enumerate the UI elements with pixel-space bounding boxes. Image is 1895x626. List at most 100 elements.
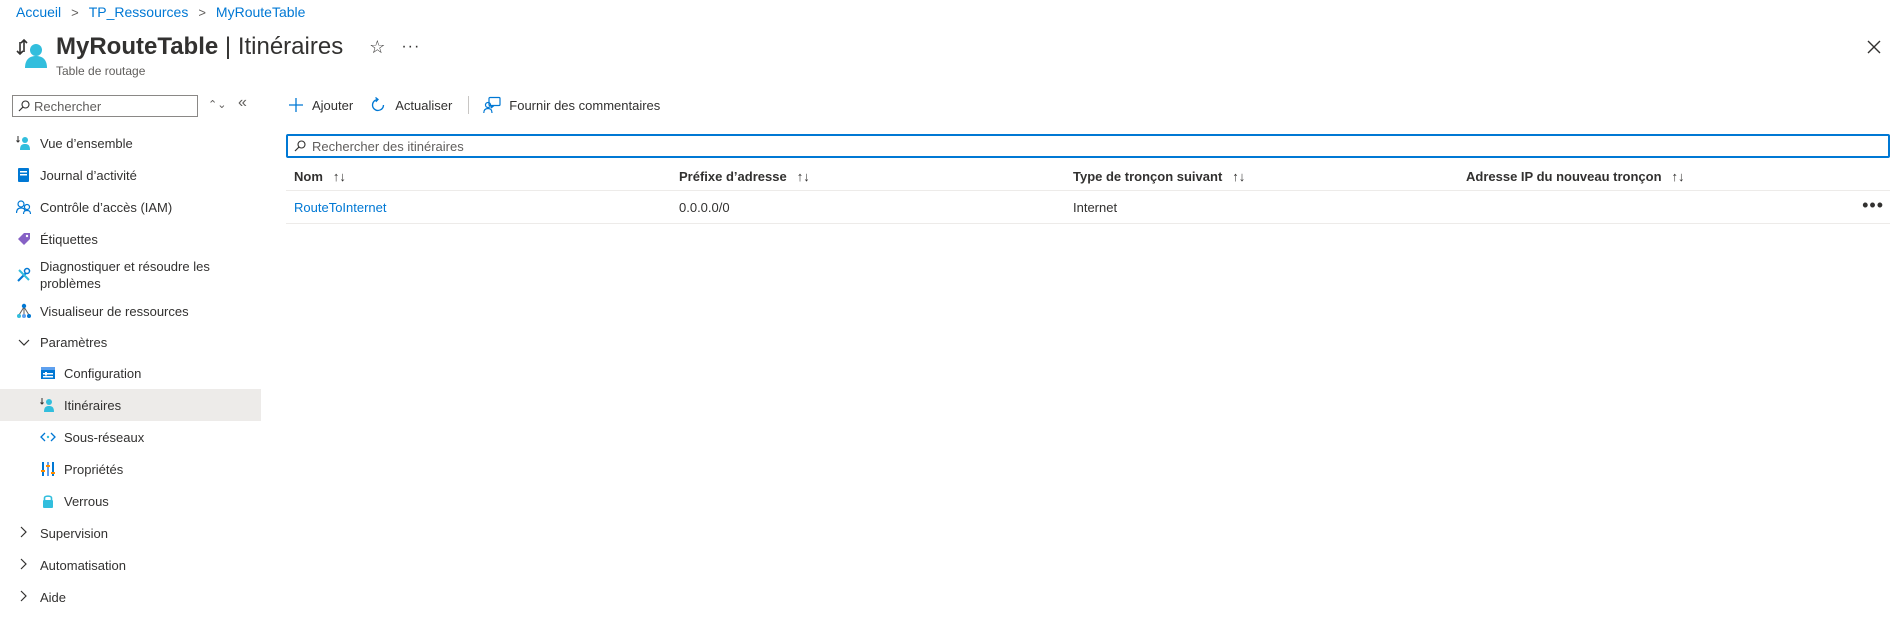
route-name-link[interactable]: RouteToInternet — [294, 200, 387, 215]
sidebar-item-label: Propriétés — [64, 461, 124, 477]
sidebar-item-resource-visualizer[interactable]: Visualiseur de ressources — [0, 295, 261, 327]
sidebar-item-activity-log[interactable]: Journal d’activité — [0, 159, 261, 191]
iam-icon — [16, 199, 32, 215]
breadcrumb-separator: > — [71, 4, 79, 20]
chevron-right-icon — [16, 526, 32, 541]
column-header-name[interactable]: Nom ↑↓ — [286, 169, 679, 184]
sidebar-item-label: Diagnostiquer et résoudre les problèmes — [40, 258, 210, 292]
sidebar-item-label: Journal d’activité — [40, 167, 137, 183]
sidebar-group-label: Supervision — [40, 525, 108, 541]
route-prefix-cell: 0.0.0.0/0 — [679, 199, 730, 215]
routes-search-input[interactable] — [306, 137, 1814, 155]
overview-icon — [16, 135, 32, 151]
breadcrumb: Accueil > TP_Ressources > MyRouteTable — [16, 4, 305, 20]
refresh-icon — [369, 96, 387, 114]
table-row: RouteToInternet 0.0.0.0/0 Internet ••• — [286, 191, 1890, 224]
feedback-button[interactable]: Fournir des commentaires — [483, 96, 660, 114]
close-icon[interactable] — [1863, 36, 1885, 58]
sidebar-group-settings[interactable]: Paramètres — [0, 327, 261, 357]
breadcrumb-resource[interactable]: MyRouteTable — [216, 4, 306, 20]
sidebar-group-label: Paramètres — [40, 334, 108, 350]
sort-icon: ↑↓ — [1671, 168, 1685, 184]
chevron-right-icon — [16, 558, 32, 573]
sidebar-group-label: Aide — [40, 589, 67, 605]
sidebar-search-input[interactable] — [30, 98, 184, 114]
resource-visualizer-icon — [16, 303, 32, 319]
lock-icon — [40, 493, 56, 509]
activity-log-icon — [16, 167, 32, 183]
refresh-label: Actualiser — [395, 97, 453, 113]
column-header-label: Nom — [294, 168, 323, 184]
sidebar-item-label-line2: problèmes — [40, 276, 101, 291]
column-header-label: Adresse IP du nouveau tronçon — [1466, 168, 1662, 184]
route-table-icon — [16, 38, 47, 68]
tag-icon — [16, 231, 32, 247]
sidebar-item-label-line1: Diagnostiquer et résoudre les — [40, 259, 210, 274]
blade-name: Itinéraires — [237, 33, 344, 60]
sidebar-group-automation[interactable]: Automatisation — [0, 549, 261, 581]
refresh-button[interactable]: Actualiser — [369, 96, 452, 114]
sidebar-group-monitoring[interactable]: Supervision — [0, 517, 261, 549]
sidebar-item-locks[interactable]: Verrous — [0, 485, 261, 517]
row-more-options-icon[interactable]: ••• — [1862, 196, 1884, 214]
chevron-right-icon — [16, 590, 32, 605]
sidebar-item-label: Sous-réseaux — [64, 429, 145, 445]
column-header-address-prefix[interactable]: Préfixe d’adresse ↑↓ — [679, 169, 1073, 184]
sidebar-item-tags[interactable]: Étiquettes — [0, 223, 261, 255]
routes-icon — [40, 397, 56, 413]
sidebar-nav: Vue d’ensemble Journal d’activité Contrô… — [0, 127, 261, 613]
command-bar: Ajouter Actualiser Fournir des commentai… — [288, 96, 676, 114]
sidebar-item-label: Étiquettes — [40, 231, 98, 247]
column-header-next-hop-ip[interactable]: Adresse IP du nouveau tronçon ↑↓ — [1466, 169, 1866, 184]
sort-icon: ↑↓ — [1232, 168, 1246, 184]
title-separator: | — [218, 33, 238, 60]
sidebar-item-label: Configuration — [64, 365, 142, 381]
expand-collapse-all-icon[interactable]: ⌃⌄ — [208, 98, 226, 111]
chevron-down-icon — [16, 335, 32, 350]
sidebar-item-subnets[interactable]: Sous-réseaux — [0, 421, 261, 453]
add-button[interactable]: Ajouter — [288, 97, 353, 113]
breadcrumb-separator: > — [198, 4, 206, 20]
table-header: Nom ↑↓ Préfixe d’adresse ↑↓ Type de tron… — [286, 162, 1890, 191]
column-header-label: Préfixe d’adresse — [679, 168, 787, 184]
feedback-icon — [483, 96, 501, 114]
sidebar-item-label: Contrôle d’accès (IAM) — [40, 199, 173, 215]
sort-icon: ↑↓ — [796, 168, 810, 184]
column-header-next-hop-type[interactable]: Type de tronçon suivant ↑↓ — [1073, 169, 1466, 184]
search-icon — [18, 100, 30, 112]
page-title: MyRouteTable | Itinéraires — [56, 32, 343, 62]
properties-icon — [40, 461, 56, 477]
route-next-hop-type-cell: Internet — [1073, 199, 1118, 215]
wrench-icon — [16, 267, 32, 283]
breadcrumb-resource-group[interactable]: TP_Ressources — [89, 4, 189, 20]
routes-search[interactable] — [286, 134, 1890, 158]
toolbar-divider — [468, 96, 470, 114]
sort-icon: ↑↓ — [332, 168, 346, 184]
sidebar-item-properties[interactable]: Propriétés — [0, 453, 261, 485]
sidebar-item-label: Vue d’ensemble — [40, 135, 133, 151]
sidebar-item-label: Itinéraires — [64, 397, 122, 413]
sidebar-item-label: Verrous — [64, 493, 109, 509]
collapse-sidebar-icon[interactable]: « — [238, 94, 247, 112]
more-options-icon[interactable]: ··· — [401, 38, 420, 56]
sidebar-group-help[interactable]: Aide — [0, 581, 261, 613]
routes-table: Nom ↑↓ Préfixe d’adresse ↑↓ Type de tron… — [286, 162, 1890, 224]
favorite-star-icon[interactable]: ☆ — [369, 37, 385, 58]
search-icon — [294, 140, 306, 152]
sidebar-item-routes[interactable]: Itinéraires — [0, 389, 261, 421]
plus-icon — [288, 97, 304, 113]
resource-name: MyRouteTable — [56, 33, 219, 60]
sidebar-item-diagnose[interactable]: Diagnostiquer et résoudre les problèmes — [0, 255, 261, 295]
add-label: Ajouter — [312, 97, 354, 113]
feedback-label: Fournir des commentaires — [509, 97, 661, 113]
sidebar-search[interactable] — [12, 95, 198, 117]
resource-type-subtitle: Table de routage — [56, 64, 146, 78]
sidebar-group-label: Automatisation — [40, 557, 126, 573]
sidebar-item-iam[interactable]: Contrôle d’accès (IAM) — [0, 191, 261, 223]
configuration-icon — [40, 365, 56, 381]
sidebar-item-overview[interactable]: Vue d’ensemble — [0, 127, 261, 159]
sidebar-item-label: Visualiseur de ressources — [40, 303, 189, 319]
breadcrumb-home[interactable]: Accueil — [16, 4, 61, 20]
column-header-label: Type de tronçon suivant — [1073, 168, 1223, 184]
sidebar-item-configuration[interactable]: Configuration — [0, 357, 261, 389]
